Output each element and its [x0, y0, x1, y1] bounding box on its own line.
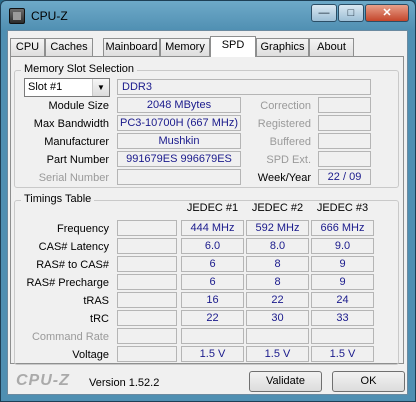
- timing-spacer-cell: [117, 346, 177, 362]
- tab-cpu[interactable]: CPU: [10, 38, 45, 56]
- timing-cell-jedec-1: 6.0: [181, 238, 244, 254]
- timing-spacer-cell: [117, 256, 177, 272]
- correction-label: Correction: [260, 100, 311, 112]
- minimize-button[interactable]: —: [311, 4, 337, 22]
- buffered-value: [318, 133, 371, 149]
- week-year-value: 22 / 09: [318, 169, 371, 185]
- timing-row-label: RAS# Precharge: [26, 277, 109, 289]
- tab-memory[interactable]: Memory: [160, 38, 210, 56]
- timing-cell-jedec-2: 1.5 V: [246, 346, 309, 362]
- close-button[interactable]: ✕: [365, 4, 409, 22]
- version-text: Version 1.52.2: [89, 377, 160, 389]
- manufacturer-value: Mushkin: [117, 133, 241, 149]
- timing-row-label: CAS# Latency: [38, 241, 109, 253]
- timing-row-label: RAS# to CAS#: [36, 259, 109, 271]
- column-header-jedec-1: JEDEC #1: [186, 202, 239, 214]
- part-number-label: Part Number: [46, 154, 109, 166]
- timing-cell-jedec-3: 24: [311, 292, 374, 308]
- column-header-jedec-3: JEDEC #3: [316, 202, 369, 214]
- timing-cell-jedec-2: 8: [246, 274, 309, 290]
- slot-select-value: Slot #1: [28, 81, 63, 93]
- tab-about[interactable]: About: [309, 38, 354, 56]
- timing-cell-jedec-3: [311, 328, 374, 344]
- timing-cell-jedec-2: 8: [246, 256, 309, 272]
- slot-select[interactable]: Slot #1 ▼: [24, 78, 110, 97]
- timing-cell-jedec-3: 9: [311, 256, 374, 272]
- timing-row-label: tRAS: [83, 295, 109, 307]
- module-size-label: Module Size: [48, 100, 109, 112]
- module-size-value: 2048 MBytes: [117, 97, 241, 113]
- column-header-jedec-2: JEDEC #2: [251, 202, 304, 214]
- registered-value: [318, 115, 371, 131]
- tab-mainboard[interactable]: Mainboard: [103, 38, 160, 56]
- timing-cell-jedec-1: [181, 328, 244, 344]
- max-bandwidth-value: PC3-10700H (667 MHz): [117, 115, 241, 131]
- correction-value: [318, 97, 371, 113]
- timing-row-label: Frequency: [57, 223, 109, 235]
- timing-spacer-cell: [117, 274, 177, 290]
- window-title: CPU-Z: [31, 9, 68, 23]
- chevron-down-icon[interactable]: ▼: [92, 79, 109, 96]
- serial-number-label: Serial Number: [38, 172, 109, 184]
- registered-label: Registered: [257, 118, 311, 130]
- timing-cell-jedec-2: 30: [246, 310, 309, 326]
- cpuz-logo: CPU-Z: [16, 372, 70, 389]
- part-number-value: 991679ES 996679ES: [117, 151, 241, 167]
- memory-slot-group-title: Memory Slot Selection: [21, 63, 138, 75]
- timing-cell-jedec-3: 33: [311, 310, 374, 326]
- timing-cell-jedec-1: 444 MHz: [181, 220, 244, 236]
- timing-spacer-cell: [117, 310, 177, 326]
- timing-cell-jedec-3: 9.0: [311, 238, 374, 254]
- timing-cell-jedec-1: 22: [181, 310, 244, 326]
- ok-button[interactable]: OK: [332, 371, 405, 392]
- timings-group-title: Timings Table: [21, 193, 95, 205]
- timing-cell-jedec-1: 6: [181, 256, 244, 272]
- spd-ext-value: [318, 151, 371, 167]
- validate-button[interactable]: Validate: [249, 371, 322, 392]
- cpuz-app-icon: [9, 8, 25, 24]
- tab-spd[interactable]: SPD: [210, 36, 256, 57]
- spd-ext-label: SPD Ext.: [266, 154, 311, 166]
- buffered-label: Buffered: [269, 136, 311, 148]
- maximize-button[interactable]: □: [338, 4, 364, 22]
- timing-cell-jedec-3: 9: [311, 274, 374, 290]
- max-bandwidth-label: Max Bandwidth: [33, 118, 109, 130]
- timing-spacer-cell: [117, 238, 177, 254]
- manufacturer-label: Manufacturer: [44, 136, 109, 148]
- timing-cell-jedec-1: 6: [181, 274, 244, 290]
- timing-spacer-cell: [117, 220, 177, 236]
- timing-cell-jedec-2: [246, 328, 309, 344]
- timing-row-label: Voltage: [72, 349, 109, 361]
- timing-cell-jedec-2: 8.0: [246, 238, 309, 254]
- tab-graphics[interactable]: Graphics: [256, 38, 309, 56]
- timing-row-label: Command Rate: [31, 331, 109, 343]
- title-bar[interactable]: CPU-Z — □ ✕: [1, 1, 415, 31]
- timing-cell-jedec-1: 16: [181, 292, 244, 308]
- memory-type-field: DDR3: [117, 79, 371, 95]
- timing-cell-jedec-3: 1.5 V: [311, 346, 374, 362]
- timing-cell-jedec-3: 666 MHz: [311, 220, 374, 236]
- timing-cell-jedec-1: 1.5 V: [181, 346, 244, 362]
- week-year-label: Week/Year: [257, 172, 311, 184]
- timing-cell-jedec-2: 22: [246, 292, 309, 308]
- timing-spacer-cell: [117, 328, 177, 344]
- timing-row-label: tRC: [90, 313, 109, 325]
- timing-cell-jedec-2: 592 MHz: [246, 220, 309, 236]
- timing-spacer-cell: [117, 292, 177, 308]
- tab-caches[interactable]: Caches: [45, 38, 93, 56]
- serial-number-value: [117, 169, 241, 185]
